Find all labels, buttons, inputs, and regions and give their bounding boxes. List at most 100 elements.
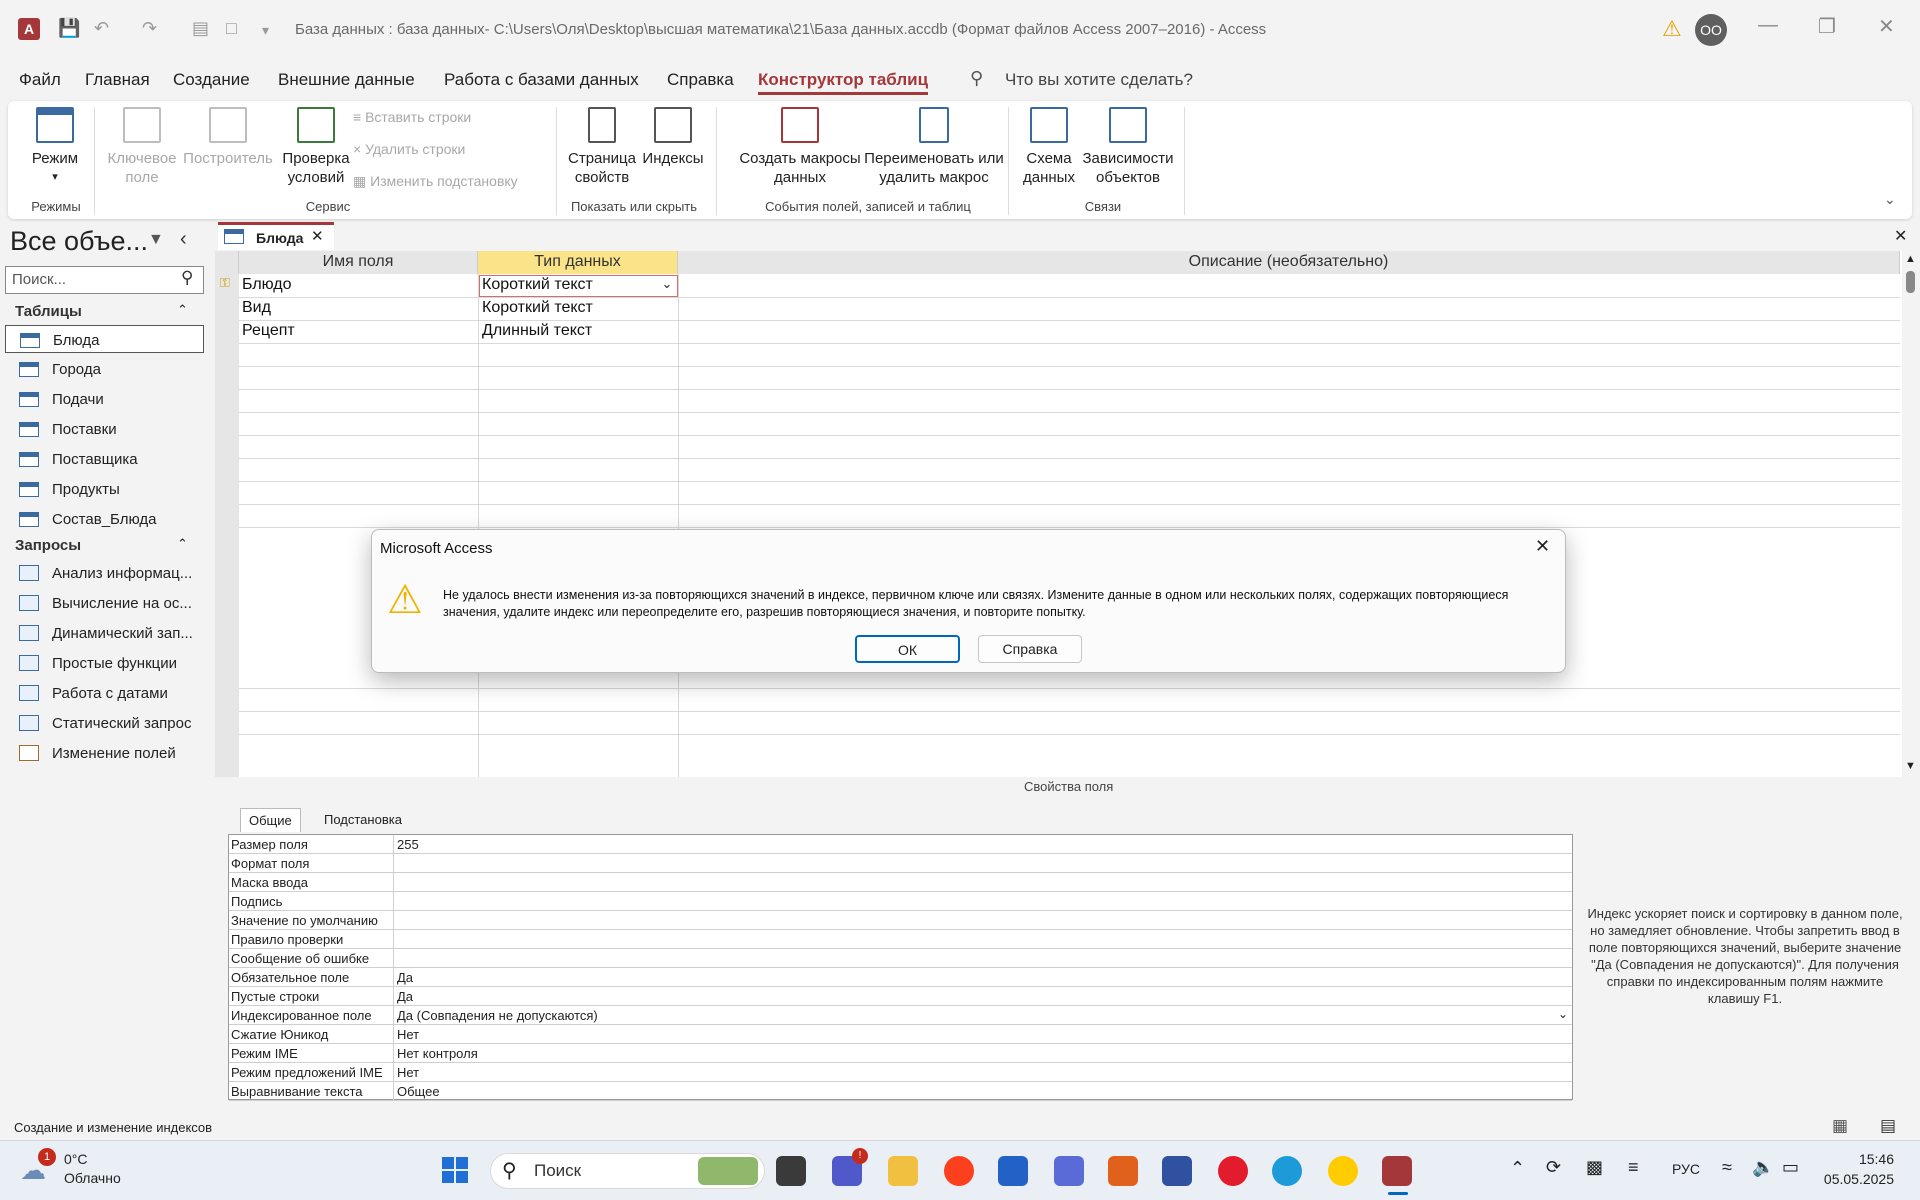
input-language[interactable]: РУС [1672,1161,1700,1177]
edge-icon[interactable] [1272,1156,1302,1186]
help-button[interactable]: Справка [978,635,1082,663]
app-shield-icon[interactable] [1162,1156,1192,1186]
nav-query-item[interactable]: Вычисление на ос... [5,589,204,617]
tab-general[interactable]: Общие [240,808,301,832]
menu-home[interactable]: Главная [85,70,150,90]
scroll-down-icon[interactable]: ▼ [1905,760,1916,772]
task-view-icon[interactable] [776,1156,806,1186]
weather-temp[interactable]: 0°C [64,1151,88,1167]
settings-sliders-icon[interactable]: ≡ [1628,1157,1639,1178]
file-explorer-icon[interactable] [888,1156,918,1186]
property-row[interactable]: Выравнивание текста Общее [229,1082,1572,1101]
app-tray-icon[interactable]: ▩ [1586,1157,1603,1178]
property-value[interactable]: Да [397,989,413,1004]
design-view-icon[interactable]: ▤ [1880,1116,1896,1136]
chevron-up-icon[interactable]: ⌃ [1510,1158,1525,1179]
property-row[interactable]: Формат поля [229,854,1572,873]
nav-pane-title[interactable]: Все объе... [10,226,148,257]
property-row[interactable]: Пустые строки Да [229,987,1572,1006]
property-row[interactable]: Размер поля 255 [229,835,1572,854]
restore-button[interactable]: ❐ [1818,14,1836,39]
nav-query-item[interactable]: Динамический зап... [5,619,204,647]
menu-table-design[interactable]: Конструктор таблиц [758,70,929,95]
builder-button[interactable]: Построитель [176,107,280,168]
nav-query-item[interactable]: Статический запрос [5,709,204,737]
menu-external-data[interactable]: Внешние данные [278,70,415,90]
opera-icon[interactable] [1218,1156,1248,1186]
nav-query-item[interactable]: Изменение полей [5,739,204,767]
property-value[interactable]: Да [397,970,413,985]
sync-icon[interactable]: ⟳ [1546,1157,1561,1178]
new-document-icon[interactable]: □ [226,18,237,39]
scroll-up-icon[interactable]: ▲ [1905,253,1916,265]
nav-table-item[interactable]: Города [5,355,204,383]
wifi-icon[interactable]: ≈ [1722,1157,1732,1178]
menu-database-tools[interactable]: Работа с базами данных [444,70,639,90]
data-type-cell[interactable]: Короткий текст [482,276,593,294]
property-row[interactable]: Подпись [229,892,1572,911]
warning-icon[interactable]: ⚠ [1662,16,1682,42]
nav-search-input[interactable]: Поиск... [5,266,204,294]
insert-rows-button[interactable]: ≡ Вставить строки [353,109,471,125]
property-row[interactable]: Сжатие Юникод Нет [229,1025,1572,1044]
volume-icon[interactable]: 🔈 [1752,1157,1774,1178]
field-name-cell[interactable]: Рецепт [242,322,295,340]
nav-table-item[interactable]: Подачи [5,385,204,413]
relationships-button[interactable]: Схема данных [1018,107,1080,187]
chevron-up-icon[interactable]: ⌃ [177,302,188,318]
access-app-icon[interactable]: A [18,18,40,40]
view-mode-button[interactable]: Режим ▾ [22,107,88,187]
nav-table-item[interactable]: Состав_Блюда [5,505,204,533]
nav-menu-icon[interactable]: ▼ [148,231,164,249]
datasheet-view-icon[interactable]: ▦ [1832,1116,1848,1136]
property-row[interactable]: Обязательное поле Да [229,968,1572,987]
field-name-cell[interactable]: Блюдо [242,276,292,294]
battery-icon[interactable]: ▭ [1782,1157,1799,1178]
tables-section-header[interactable]: Таблицы [15,303,82,320]
close-document-icon[interactable]: ✕ [1894,226,1907,246]
property-row[interactable]: Режим предложений IME Нет [229,1063,1572,1082]
collapse-ribbon-icon[interactable]: ⌄ [1884,191,1896,208]
property-value[interactable]: Общее [397,1084,440,1099]
app-star-icon[interactable] [1108,1156,1138,1186]
nav-query-item[interactable]: Анализ информац... [5,559,204,587]
create-data-macros-button[interactable]: Создать макросы данных [726,107,874,187]
property-value[interactable]: 255 [397,837,419,852]
property-row[interactable]: Значение по умолчанию [229,911,1572,930]
form-icon[interactable]: ▤ [192,18,209,39]
nav-table-item[interactable]: Поставки [5,415,204,443]
chevron-up-icon[interactable]: ⌃ [177,536,188,552]
avatar[interactable]: OO [1695,14,1727,46]
redo-icon[interactable]: ↷ [142,18,157,39]
indexes-button[interactable]: Индексы [640,107,706,168]
dialog-close-icon[interactable]: ✕ [1535,536,1550,557]
modify-lookups-button[interactable]: ▦ Изменить подстановку [353,173,518,190]
nav-table-item[interactable]: Поставщика [5,445,204,473]
data-type-cell[interactable]: Длинный текст [482,322,592,340]
store-icon[interactable] [998,1156,1028,1186]
close-tab-icon[interactable]: ✕ [311,227,324,245]
primary-key-button[interactable]: Ключевое поле [96,107,188,187]
property-value[interactable]: Нет контроля [397,1046,478,1061]
customize-qat-icon[interactable]: ▾ [262,22,269,39]
weather-desc[interactable]: Облачно [64,1170,121,1186]
menu-create[interactable]: Создание [173,70,250,90]
tell-me-search[interactable]: Что вы хотите сделать? [1005,70,1193,90]
vertical-scrollbar[interactable] [1902,251,1920,777]
nav-query-item[interactable]: Работа с датами [5,679,204,707]
property-row[interactable]: Сообщение об ошибке [229,949,1572,968]
start-windows-icon[interactable] [442,1157,468,1183]
property-row[interactable]: Правило проверки [229,930,1572,949]
minimize-button[interactable]: — [1758,14,1778,37]
test-validation-button[interactable]: Проверка условий [270,107,362,187]
chevron-down-icon[interactable]: ⌄ [1558,1007,1568,1021]
property-sheet-button[interactable]: Страница свойств [564,107,640,187]
chevron-down-icon[interactable]: ⌄ [658,276,676,295]
property-value[interactable]: Да (Совпадения не допускаются) [397,1008,598,1023]
ok-button[interactable]: ОК [855,635,960,663]
yandex-browser-icon[interactable] [1328,1156,1358,1186]
search-icon[interactable]: ⚲ [181,268,193,288]
yandex-icon[interactable] [944,1156,974,1186]
property-row[interactable]: Режим IME Нет контроля [229,1044,1572,1063]
queries-section-header[interactable]: Запросы [15,537,81,554]
